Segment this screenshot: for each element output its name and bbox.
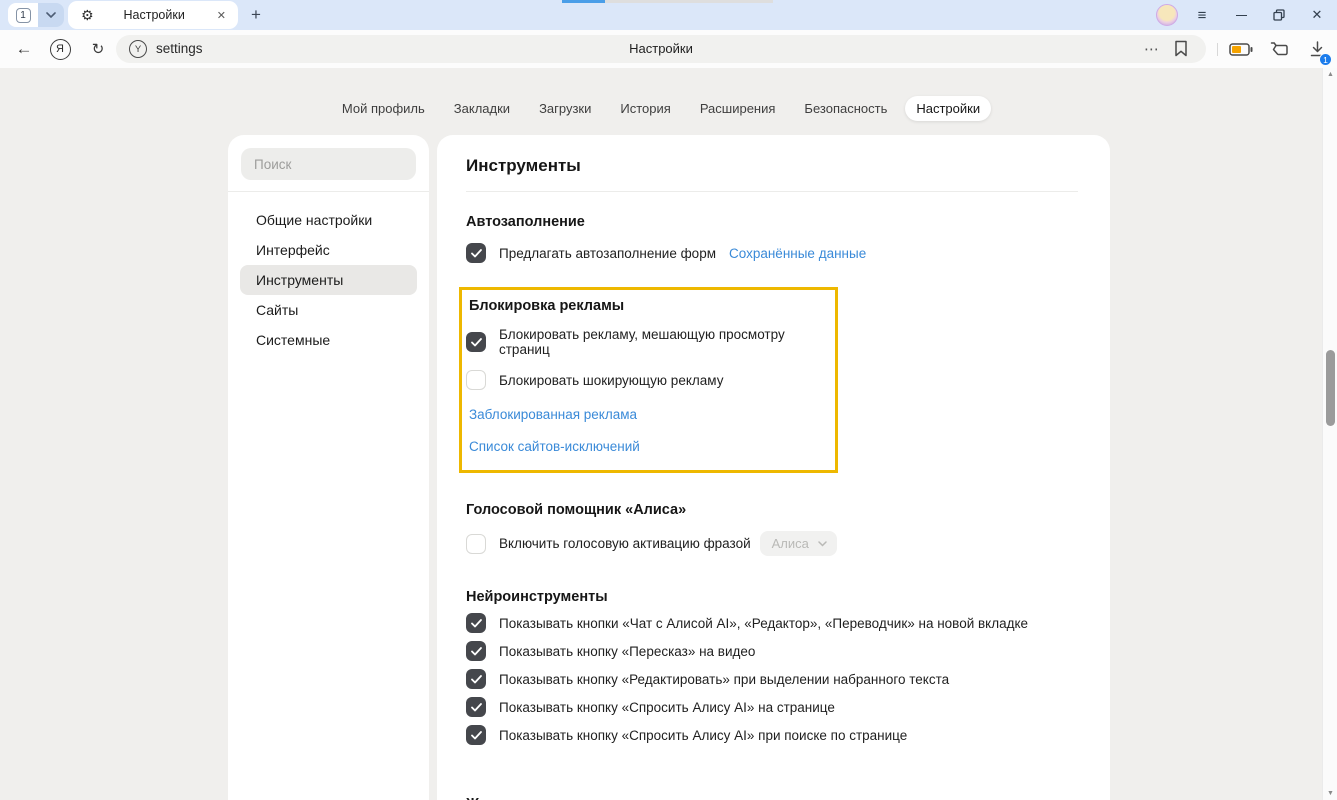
bookmark-icon[interactable] [1174, 40, 1188, 57]
tab-count[interactable]: 1 [8, 3, 38, 27]
section-adblock-highlighted: Блокировка рекламы Блокировать рекламу, … [459, 287, 838, 473]
browser-menu-button[interactable]: ≡ [1187, 0, 1217, 30]
nav-tab-profile[interactable]: Мой профиль [331, 96, 436, 121]
alice-heading: Голосовой помощник «Алиса» [466, 502, 1078, 518]
scrollbar-thumb[interactable] [1326, 350, 1335, 426]
sidebar-items: Общие настройки Интерфейс Инструменты Са… [228, 192, 429, 368]
neurotools-heading: Нейроинструменты [466, 589, 1078, 605]
tab-counter-button[interactable]: 1 [8, 3, 64, 27]
section-alice: Голосовой помощник «Алиса» Включить голо… [466, 502, 1078, 556]
adblock-annoying-label: Блокировать рекламу, мешающую просмотру … [499, 327, 825, 357]
nav-tab-history[interactable]: История [609, 96, 681, 121]
autofill-checkbox[interactable] [466, 243, 486, 263]
dropdown-chevron-icon [818, 541, 827, 547]
settings-gear-icon: ⚙ [81, 8, 94, 22]
autofill-heading: Автозаполнение [466, 214, 1078, 230]
adblock-shocking-checkbox[interactable] [466, 370, 486, 390]
window-restore-button[interactable] [1264, 0, 1294, 30]
settings-main-panel: Инструменты Автозаполнение Предлагать ав… [437, 135, 1110, 800]
settings-nav-tabs: Мой профиль Закладки Загрузки История Ра… [0, 94, 1322, 122]
adblock-annoying-checkbox[interactable] [466, 332, 486, 352]
address-toolbar: ← Я ↻ Y Настройки ⋯ 1 [0, 30, 1337, 68]
neuro-edit-selection-label: Показывать кнопку «Редактировать» при вы… [499, 672, 949, 687]
refresh-button[interactable]: ↻ [84, 30, 112, 68]
nav-tab-settings[interactable]: Настройки [905, 96, 991, 121]
window-close-button[interactable]: ✕ [1302, 0, 1332, 30]
section-autofill: Автозаполнение Предлагать автозаполнение… [466, 214, 1078, 263]
browser-tab-settings[interactable]: ⚙ Настройки ✕ [68, 1, 238, 29]
download-count-badge: 1 [1319, 53, 1332, 66]
tab-count-value: 1 [16, 8, 31, 23]
neuro-ask-alice-search-label: Показывать кнопку «Спросить Алису AI» пр… [499, 728, 907, 743]
window-minimize-button[interactable] [1226, 0, 1256, 30]
alice-phrase-dropdown[interactable]: Алиса [760, 531, 837, 556]
neuro-newtab-buttons-checkbox[interactable] [466, 613, 486, 633]
toolbar-divider [1217, 43, 1218, 56]
nav-tab-bookmarks[interactable]: Закладки [443, 96, 521, 121]
page-title: Инструменты [466, 156, 1078, 176]
settings-page: Мой профиль Закладки Загрузки История Ра… [0, 68, 1337, 800]
scroll-up-icon[interactable]: ▲ [1323, 71, 1337, 78]
downloads-button[interactable]: 1 [1302, 30, 1332, 68]
autofill-checkbox-label: Предлагать автозаполнение форм [499, 246, 716, 261]
site-exceptions-link[interactable]: Список сайтов-исключений [469, 439, 825, 454]
page-scrollbar[interactable]: ▲ ▼ [1322, 68, 1337, 800]
title-divider [466, 191, 1078, 192]
sidebar-item-sites[interactable]: Сайты [240, 295, 417, 325]
battery-saver-icon[interactable] [1226, 30, 1256, 68]
neuro-video-summary-label: Показывать кнопку «Пересказ» на видео [499, 644, 755, 659]
sidebar-item-system[interactable]: Системные [240, 325, 417, 355]
scroll-down-icon[interactable]: ▼ [1323, 790, 1337, 797]
media-progress-bar [562, 0, 605, 3]
saved-data-link[interactable]: Сохранённые данные [729, 246, 866, 261]
alice-activation-label: Включить голосовую активацию фразой [499, 536, 751, 551]
tab-close-icon[interactable]: ✕ [215, 7, 228, 24]
nav-tab-downloads[interactable]: Загрузки [528, 96, 602, 121]
sidebar-item-general[interactable]: Общие настройки [240, 205, 417, 235]
nav-tab-security[interactable]: Безопасность [793, 96, 898, 121]
blocked-ads-link[interactable]: Заблокированная реклама [469, 407, 825, 422]
adblock-heading: Блокировка рекламы [469, 298, 825, 314]
site-badge-icon[interactable]: Y [129, 40, 147, 58]
settings-sidebar: Общие настройки Интерфейс Инструменты Са… [228, 135, 429, 800]
collections-tag-icon[interactable] [1264, 30, 1294, 68]
alice-phrase-value: Алиса [772, 536, 809, 551]
tab-list-chevron-icon[interactable] [38, 3, 64, 27]
sidebar-item-tools[interactable]: Инструменты [240, 265, 417, 295]
address-bar[interactable]: Y Настройки ⋯ [116, 35, 1206, 63]
tab-bar: 1 ⚙ Настройки ✕ + ≡ ✕ [0, 0, 1337, 30]
yandex-logo-icon[interactable]: Я [46, 30, 74, 68]
back-button[interactable]: ← [10, 30, 38, 68]
tab-title: Настройки [94, 8, 215, 22]
section-neurotools: Нейроинструменты Показывать кнопки «Чат … [466, 589, 1078, 745]
section-mouse-gestures: Жесты мыши Включить Настройки жестов [466, 796, 1078, 800]
gestures-heading: Жесты мыши [466, 796, 1078, 800]
adblock-shocking-label: Блокировать шокирующую рекламу [499, 373, 723, 388]
search-input[interactable] [241, 148, 416, 180]
neuro-edit-selection-checkbox[interactable] [466, 669, 486, 689]
neuro-video-summary-checkbox[interactable] [466, 641, 486, 661]
browser-window: 1 ⚙ Настройки ✕ + ≡ ✕ ← Я ↻ Y [0, 0, 1337, 800]
neuro-newtab-buttons-label: Показывать кнопки «Чат с Алисой AI», «Ре… [499, 616, 1028, 631]
neuro-ask-alice-search-checkbox[interactable] [466, 725, 486, 745]
neuro-ask-alice-page-label: Показывать кнопку «Спросить Алису AI» на… [499, 700, 835, 715]
sidebar-item-interface[interactable]: Интерфейс [240, 235, 417, 265]
profile-avatar[interactable] [1156, 4, 1178, 26]
media-progress-track [605, 0, 773, 3]
new-tab-button[interactable]: + [245, 4, 267, 26]
nav-tab-extensions[interactable]: Расширения [689, 96, 787, 121]
more-actions-icon[interactable]: ⋯ [1144, 35, 1160, 63]
alice-activation-checkbox[interactable] [466, 534, 486, 554]
neuro-ask-alice-page-checkbox[interactable] [466, 697, 486, 717]
address-input[interactable] [156, 35, 456, 63]
